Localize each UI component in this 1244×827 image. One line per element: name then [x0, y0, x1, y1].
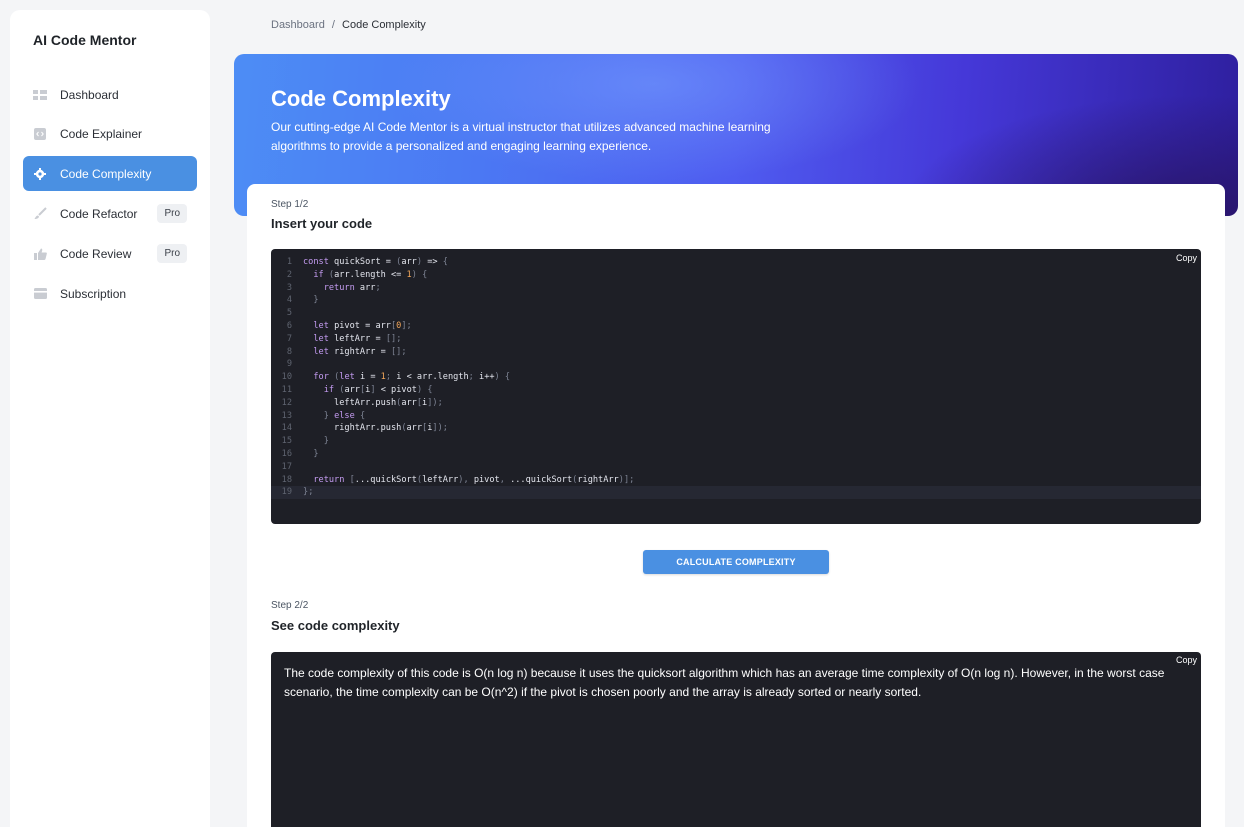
sidebar-item-code-refactor[interactable]: Code Refactor Pro	[23, 196, 197, 231]
sidebar-item-label: Code Complexity	[60, 166, 152, 181]
line-number: 2	[286, 269, 292, 280]
code-line: 12 leftArr.push(arr[i]);	[271, 397, 1201, 410]
code-text: } else {	[323, 410, 366, 421]
code-text: const quickSort = (arr) => {	[303, 257, 448, 267]
code-text: let rightArr = [];	[313, 346, 407, 357]
code-text: if (arr.length <= 1) {	[313, 269, 428, 280]
code-lines: 1 const quickSort = (arr) => { 2 if (arr.l…	[271, 256, 1201, 500]
line-number: 11	[281, 384, 292, 395]
page-description: Our cutting-edge AI Code Mentor is a vir…	[271, 120, 771, 153]
code-line: 9	[271, 358, 1201, 371]
sidebar-item-code-complexity[interactable]: Code Complexity	[23, 156, 197, 191]
calculate-complexity-button[interactable]: CALCULATE COMPLEXITY	[643, 550, 829, 574]
line-number: 5	[286, 308, 292, 319]
code-line: 16 }	[271, 448, 1201, 461]
code-line: 14 rightArr.push(arr[i]);	[271, 422, 1201, 435]
step1-title: Insert your code	[271, 216, 373, 231]
page-title: Code Complexity	[271, 86, 451, 111]
breadcrumb-root-link[interactable]: Dashboard	[271, 19, 325, 31]
code-line: 3 return arr;	[271, 282, 1201, 295]
result-text: The code complexity of this code is O(n …	[284, 666, 1165, 699]
code-line: 11 if (arr[i] < pivot) {	[271, 384, 1201, 397]
code-line: 8 let rightArr = [];	[271, 346, 1201, 359]
sidebar-item-label: Subscription	[60, 286, 127, 301]
breadcrumb: Dashboard / Code Complexity	[271, 19, 426, 31]
result-output: Copy The code complexity of this code is…	[271, 652, 1201, 827]
code-line: 5	[271, 307, 1201, 320]
code-text: }	[313, 295, 319, 306]
sidebar-item-label: Code Review	[60, 246, 132, 261]
line-number: 13	[281, 410, 292, 421]
line-number: 3	[286, 282, 292, 293]
code-line: 19};	[271, 486, 1201, 500]
breadcrumb-current: Code Complexity	[342, 19, 426, 31]
code-text: return arr;	[323, 282, 381, 293]
line-number: 14	[281, 423, 292, 434]
breadcrumb-separator: /	[331, 19, 335, 31]
line-number: 6	[286, 320, 292, 331]
pro-badge: Pro	[157, 244, 187, 263]
sidebar-item-dashboard[interactable]: Dashboard	[23, 78, 197, 111]
line-number: 16	[281, 448, 292, 459]
code-line: 4 }	[271, 294, 1201, 307]
code-text: for (let i = 1; i < arr.length; i++) {	[313, 372, 511, 383]
step1-label: Step 1/2	[271, 199, 309, 210]
sidebar-item-subscription[interactable]: Subscription	[23, 276, 197, 311]
line-number: 12	[281, 397, 292, 408]
line-number: 1	[286, 257, 292, 267]
sidebar-item-label: Code Explainer	[60, 126, 143, 141]
code-line: 18 return [...quickSort(leftArr), pivot,…	[271, 474, 1201, 487]
code-text: if (arr[i] < pivot) {	[323, 384, 433, 395]
sidebar: AI Code Mentor Dashboard Code Explainer …	[10, 10, 210, 827]
sidebar-item-code-review[interactable]: Code Review Pro	[23, 236, 197, 271]
code-line: 17	[271, 461, 1201, 474]
line-number: 4	[286, 295, 292, 306]
sidebar-item-label: Dashboard	[60, 87, 119, 102]
line-number: 15	[281, 436, 292, 447]
step2-label: Step 2/2	[271, 600, 309, 611]
dashboard-icon	[33, 88, 47, 102]
code-text: leftArr.push(arr[i]);	[303, 397, 443, 408]
brush-icon	[33, 207, 47, 221]
step2-title: See code complexity	[271, 618, 400, 633]
pro-badge: Pro	[157, 204, 187, 223]
line-number: 9	[286, 359, 292, 370]
line-number: 19	[281, 487, 292, 498]
line-number: 17	[281, 461, 292, 472]
sidebar-item-code-explainer[interactable]: Code Explainer	[23, 116, 197, 151]
code-line: 1 const quickSort = (arr) => {	[271, 256, 1201, 269]
code-line: 13 } else {	[271, 410, 1201, 423]
line-number: 8	[286, 346, 292, 357]
code-text: return [...quickSort(leftArr), pivot, ..…	[313, 474, 635, 485]
code-text: rightArr.push(arr[i]);	[303, 423, 448, 434]
thumbs-up-icon	[33, 247, 47, 261]
sidebar-item-label: Code Refactor	[60, 206, 138, 221]
code-icon	[33, 127, 47, 141]
line-number: 18	[281, 474, 292, 485]
code-line: 7 let leftArr = [];	[271, 333, 1201, 346]
code-text: };	[303, 487, 314, 498]
line-number: 10	[281, 372, 292, 383]
main-card: Step 1/2 Insert your code Copy 1 const qu…	[247, 184, 1225, 827]
line-number: 7	[286, 333, 292, 344]
code-line: 15 }	[271, 435, 1201, 448]
code-text: }	[323, 436, 329, 447]
gear-icon	[33, 167, 47, 181]
card-icon	[33, 287, 47, 301]
code-editor[interactable]: Copy 1 const quickSort = (arr) => {2 if (…	[271, 249, 1201, 524]
brand-title: AI Code Mentor	[33, 32, 137, 48]
code-text: let leftArr = [];	[313, 333, 402, 344]
code-line: 10 for (let i = 1; i < arr.length; i++) …	[271, 371, 1201, 384]
code-text: let pivot = arr[0];	[313, 320, 412, 331]
code-text: }	[313, 448, 319, 459]
code-line: 6 let pivot = arr[0];	[271, 320, 1201, 333]
code-line: 2 if (arr.length <= 1) {	[271, 269, 1201, 282]
